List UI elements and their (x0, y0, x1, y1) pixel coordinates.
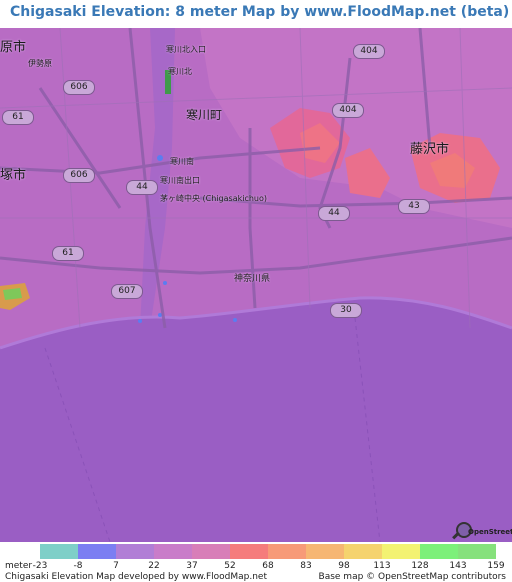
legend-tick-label: 22 (148, 561, 160, 571)
legend-swatches (40, 544, 496, 559)
legend-swatch (78, 544, 116, 559)
legend-tick-label: 52 (224, 561, 236, 571)
openstreetmap-logo[interactable]: OpenStreetMap (452, 522, 512, 542)
legend-swatch (116, 544, 154, 559)
legend-tick-label: 98 (338, 561, 350, 571)
legend-swatch (458, 544, 496, 559)
label-samukawa-minami: 寒川南 (170, 157, 194, 166)
label-ibuki: 伊勢原 (28, 59, 52, 68)
route-shield: 404 (332, 103, 364, 118)
legend-tick-label: 37 (186, 561, 198, 571)
legend-unit: meter (5, 561, 33, 571)
osm-logo-text: OpenStreetMap (468, 528, 512, 536)
route-shield: 606 (63, 80, 95, 95)
legend-swatch (268, 544, 306, 559)
legend-swatch (192, 544, 230, 559)
route-shield: 606 (63, 168, 95, 183)
label-hiratsuka: 塚市 (0, 168, 27, 183)
route-shield: 404 (353, 44, 385, 59)
hill-patch-green (3, 288, 22, 300)
label-kanagawa: 神奈川県 (234, 274, 271, 284)
credit-osm: Base map © OpenStreetMap contributors (318, 572, 506, 582)
legend-tick-label: 7 (113, 561, 119, 571)
page-title: Chigasaki Elevation: 8 meter Map by www.… (10, 4, 510, 20)
legend: meter -23 -8 7 22 37 52 68 83 98 113 128 143 159 Chi… (0, 542, 512, 582)
route-shield: 61 (2, 110, 34, 125)
credit-floodmap: Chigasaki Elevation Map developed by www… (5, 572, 268, 582)
legend-tick-label: 159 (487, 561, 505, 571)
legend-tick-label: 83 (300, 561, 312, 571)
legend-swatch (40, 544, 78, 559)
label-samukawa-minami-exit: 寒川南出口 (160, 176, 200, 185)
route-shield: 44 (318, 206, 350, 221)
label-samukawa: 寒川町 (186, 108, 223, 122)
route-shield: 30 (330, 303, 362, 318)
label-fujisawa: 藤沢市 (410, 142, 450, 157)
label-samukawa-kita: 寒川北入口 (166, 45, 206, 54)
elevation-map[interactable]: 原市 伊勢原 寒川北入口 寒川北 寒川町 藤沢市 塚市 寒川南 寒川南出口 茅ヶ… (0, 28, 512, 542)
legend-swatch (420, 544, 458, 559)
label-samukawa-small: 寒川北 (168, 67, 192, 76)
legend-swatch (306, 544, 344, 559)
legend-tick-label: 68 (262, 561, 274, 571)
title-bar: Chigasaki Elevation: 8 meter Map by www.… (0, 0, 512, 28)
route-shield: 43 (398, 199, 430, 214)
legend-swatch (344, 544, 382, 559)
label-chigasaki-chuo: 茅ヶ崎中央 (Chigasakichuo) (160, 194, 268, 203)
legend-swatch (154, 544, 192, 559)
legend-tick-label: 128 (411, 561, 429, 571)
legend-tick-label: -8 (73, 561, 83, 571)
map-canvas (0, 28, 512, 542)
legend-swatch (230, 544, 268, 559)
legend-tick-label: -23 (32, 561, 48, 571)
legend-tick-label: 113 (373, 561, 391, 571)
route-shield: 607 (111, 284, 143, 299)
sea-area (0, 297, 512, 542)
route-shield: 44 (126, 180, 158, 195)
route-shield: 61 (52, 246, 84, 261)
legend-tick-label: 143 (449, 561, 467, 571)
legend-swatch (382, 544, 420, 559)
label-top-left-city: 原市 (0, 40, 27, 55)
